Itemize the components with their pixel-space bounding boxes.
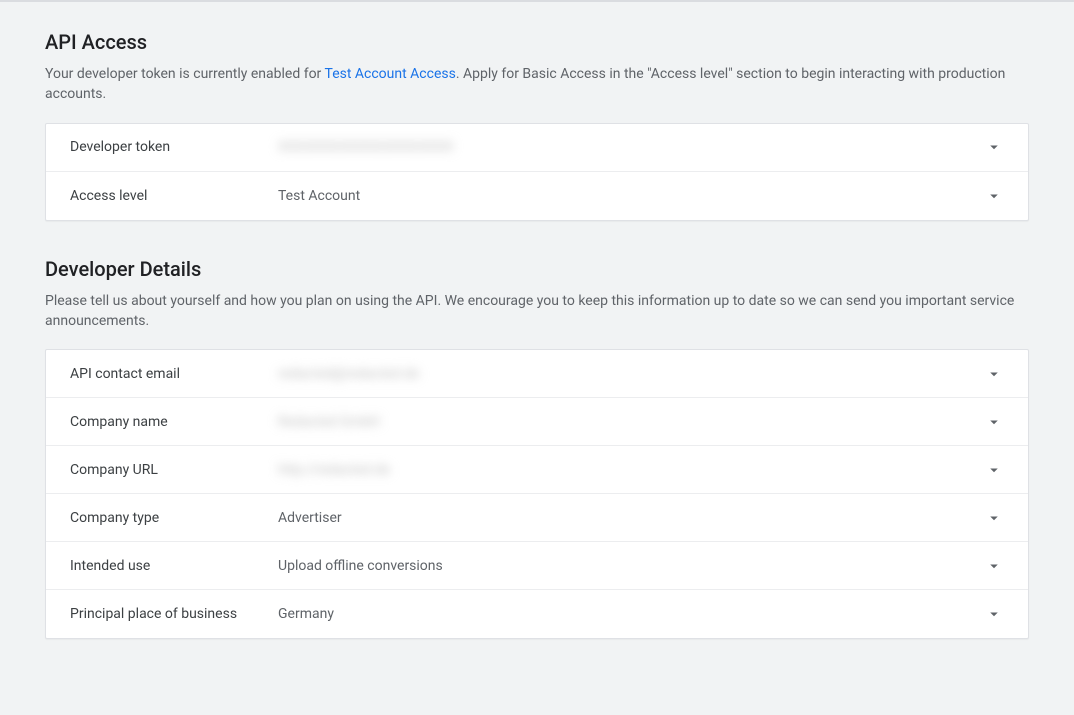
company-type-label: Company type	[70, 510, 278, 526]
company-url-value: http://redacted.de	[278, 462, 984, 478]
access-level-value: Test Account	[278, 188, 984, 204]
api-access-section: API Access Your developer token is curre…	[45, 30, 1029, 221]
developer-details-card: API contact email redacted@redacted.de C…	[45, 349, 1029, 639]
principal-place-row[interactable]: Principal place of business Germany	[46, 590, 1028, 638]
api-contact-email-row[interactable]: API contact email redacted@redacted.de	[46, 350, 1028, 398]
access-level-label: Access level	[70, 188, 278, 204]
page-content: API Access Your developer token is curre…	[0, 2, 1074, 715]
access-level-row[interactable]: Access level Test Account	[46, 172, 1028, 220]
company-name-row[interactable]: Company name Redacted GmbH	[46, 398, 1028, 446]
developer-token-value: XXXXXXXXXXXXXXXXXXXX	[278, 139, 984, 155]
chevron-down-icon	[984, 605, 1004, 623]
company-url-label: Company URL	[70, 462, 278, 478]
chevron-down-icon	[984, 138, 1004, 156]
chevron-down-icon	[984, 557, 1004, 575]
chevron-down-icon	[984, 187, 1004, 205]
intended-use-row[interactable]: Intended use Upload offline conversions	[46, 542, 1028, 590]
developer-details-section: Developer Details Please tell us about y…	[45, 257, 1029, 640]
developer-token-label: Developer token	[70, 139, 278, 155]
chevron-down-icon	[984, 509, 1004, 527]
api-access-title: API Access	[45, 30, 1029, 54]
api-access-card: Developer token XXXXXXXXXXXXXXXXXXXX Acc…	[45, 123, 1029, 221]
developer-details-title: Developer Details	[45, 257, 1029, 281]
api-contact-email-value: redacted@redacted.de	[278, 366, 984, 382]
test-account-access-link[interactable]: Test Account Access	[325, 66, 456, 82]
company-name-label: Company name	[70, 414, 278, 430]
company-url-row[interactable]: Company URL http://redacted.de	[46, 446, 1028, 494]
api-access-description: Your developer token is currently enable…	[45, 64, 1029, 105]
chevron-down-icon	[984, 413, 1004, 431]
intended-use-label: Intended use	[70, 558, 278, 574]
principal-place-label: Principal place of business	[70, 606, 278, 622]
company-type-value: Advertiser	[278, 510, 984, 526]
company-name-value: Redacted GmbH	[278, 414, 984, 430]
api-contact-email-label: API contact email	[70, 366, 278, 382]
developer-details-description: Please tell us about yourself and how yo…	[45, 291, 1029, 332]
principal-place-value: Germany	[278, 606, 984, 622]
company-type-row[interactable]: Company type Advertiser	[46, 494, 1028, 542]
chevron-down-icon	[984, 365, 1004, 383]
intended-use-value: Upload offline conversions	[278, 558, 984, 574]
api-access-desc-before: Your developer token is currently enable…	[45, 66, 325, 82]
developer-token-row[interactable]: Developer token XXXXXXXXXXXXXXXXXXXX	[46, 124, 1028, 172]
chevron-down-icon	[984, 461, 1004, 479]
